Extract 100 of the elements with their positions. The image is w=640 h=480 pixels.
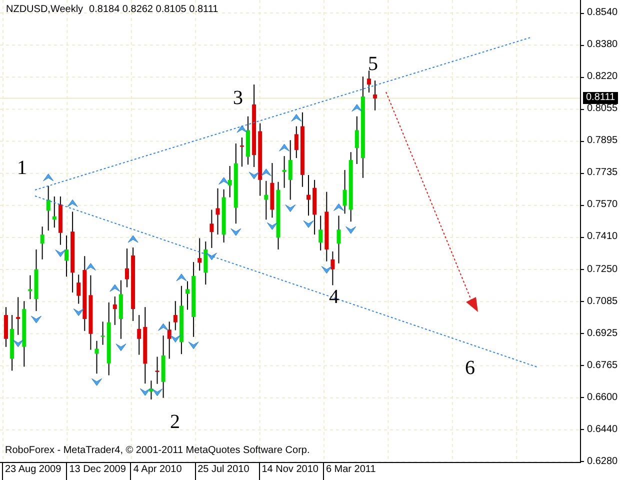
candle (216, 188, 220, 236)
candle (324, 191, 329, 262)
copyright-text: RoboForex - MetaTrader4, © 2001-2011 MetaQuotes Software Corp. (5, 445, 310, 456)
price-label: 0.7085 (587, 296, 618, 308)
down-arrow-icon (230, 228, 242, 236)
candle (288, 140, 292, 200)
up-arrow-icon (128, 235, 138, 243)
candle (294, 126, 298, 159)
wave-label: 6 (465, 357, 475, 379)
candle (240, 137, 244, 168)
ohlc-values: 0.8184 0.8262 0.8105 0.8111 (89, 4, 218, 15)
candle (34, 248, 38, 312)
candle (228, 166, 232, 198)
candle (64, 235, 68, 278)
candle (112, 296, 117, 326)
candle (46, 185, 50, 232)
candle (186, 280, 190, 310)
candle (330, 250, 335, 286)
up-arrow-icon (279, 144, 290, 152)
down-arrow-icon (73, 308, 84, 316)
candle (28, 274, 32, 300)
candle (125, 248, 129, 288)
down-arrow-icon (170, 335, 181, 342)
candle (100, 321, 105, 346)
price-label: 0.6440 (587, 424, 618, 436)
date-label: 4 Apr 2010 (130, 463, 195, 480)
price-label: 0.7570 (587, 199, 618, 212)
up-arrow-icon (218, 177, 230, 185)
wave-label: 2 (170, 411, 180, 433)
up-arrow-icon (110, 284, 120, 292)
chart-symbol: NZDUSD,Weekly (6, 4, 84, 15)
price-label: 0.6925 (587, 328, 618, 340)
price-label: 0.8380 (587, 39, 618, 52)
candle (137, 314, 142, 356)
candle (342, 169, 347, 214)
down-arrow-icon (188, 342, 199, 350)
candle (367, 70, 371, 93)
up-arrow-icon (176, 274, 187, 282)
price-label: 0.6280 (587, 456, 618, 468)
candle (336, 215, 341, 264)
price-label: 0.6600 (587, 392, 618, 404)
current-price-label: 0.8111 (583, 92, 618, 104)
wave-label: 3 (233, 87, 243, 109)
candle (373, 80, 378, 111)
down-arrow-icon (55, 250, 66, 258)
candle (149, 380, 154, 400)
candle (16, 296, 20, 336)
down-arrow-icon (346, 226, 356, 234)
up-arrow-icon (85, 263, 96, 271)
candle (179, 285, 184, 355)
candle (76, 274, 81, 304)
date-label: 25 Jul 2010 (194, 463, 259, 480)
candle (312, 179, 317, 236)
down-arrow-icon (285, 204, 296, 212)
up-arrow-icon (158, 323, 169, 331)
price-label: 0.7250 (587, 264, 618, 276)
candle (354, 116, 359, 164)
candle (204, 241, 208, 286)
candle (161, 335, 166, 398)
date-label: 14 Nov 2010 (258, 463, 323, 480)
candle (118, 280, 123, 340)
candle (52, 196, 56, 228)
candle (276, 181, 280, 250)
candle (10, 314, 14, 372)
candle (198, 238, 202, 272)
candle (222, 188, 226, 243)
down-arrow-icon (12, 340, 24, 348)
down-arrow-icon (31, 316, 42, 324)
date-label: 23 Aug 2009 (2, 463, 66, 480)
candle (270, 162, 274, 218)
price-label: 0.7410 (587, 231, 618, 244)
candle (348, 152, 353, 222)
down-arrow-icon (116, 344, 126, 352)
down-arrow-icon (92, 378, 102, 386)
candle (173, 300, 178, 331)
up-arrow-icon (43, 174, 54, 182)
price-label: 0.8540 (587, 7, 618, 19)
candle (94, 340, 99, 374)
candle (58, 196, 62, 246)
date-label: 6 Mar 2011 (322, 463, 388, 480)
candle (282, 156, 286, 188)
down-arrow-icon (206, 252, 217, 260)
candle (306, 174, 310, 216)
up-arrow-icon (334, 203, 344, 211)
candle (210, 209, 214, 248)
up-arrow-icon (260, 168, 272, 176)
candle (318, 215, 323, 251)
candle (155, 356, 160, 384)
candle (167, 321, 172, 360)
candle (264, 180, 268, 220)
up-arrow-icon (291, 114, 302, 122)
up-arrow-icon (67, 199, 78, 207)
candle (22, 300, 26, 368)
down-arrow-icon (248, 172, 260, 180)
down-arrow-icon (303, 220, 314, 228)
up-arrow-icon (352, 104, 362, 112)
price-label: 0.7735 (587, 167, 618, 180)
down-arrow-icon (266, 222, 278, 230)
down-arrow-icon (140, 388, 150, 396)
date-label: 13 Dec 2009 (66, 463, 130, 480)
